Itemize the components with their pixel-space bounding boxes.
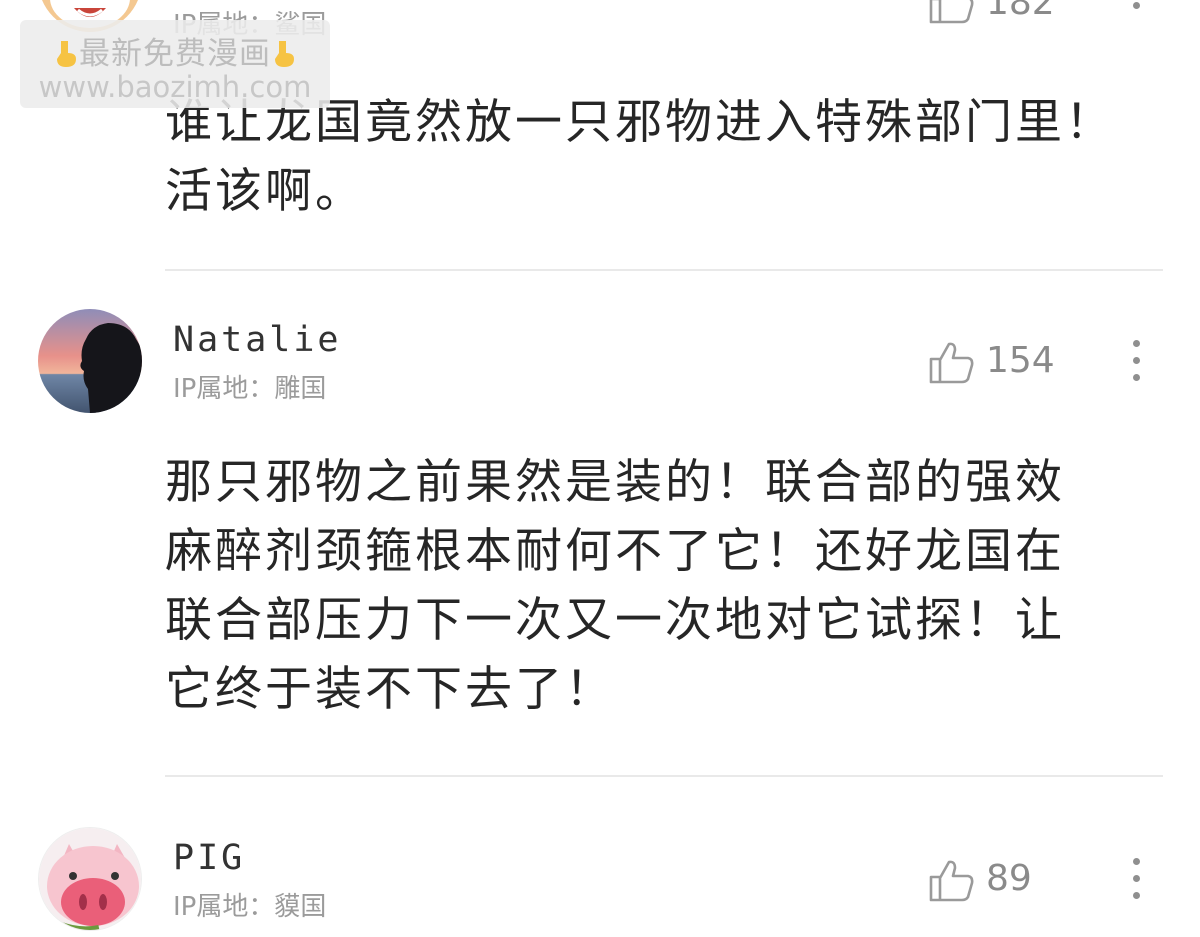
watermark-title: 最新免费漫画 [20,28,330,73]
like-count: 154 [986,340,1055,381]
pointing-down-icon [53,39,79,69]
username[interactable]: PIG [173,838,245,878]
more-vertical-icon[interactable] [1132,340,1142,384]
thumbs-up-icon[interactable] [928,340,974,384]
thumbs-up-icon[interactable] [928,0,974,24]
comment-text: 谁让龙国竟然放一只邪物进入特殊部门里！ 活该啊。 [165,95,1115,219]
divider [165,775,1163,777]
thumbs-up-icon[interactable] [928,858,974,902]
avatar[interactable] [38,309,142,413]
more-vertical-icon[interactable] [1132,0,1142,18]
avatar[interactable] [38,827,142,931]
more-vertical-icon[interactable] [1132,858,1142,902]
pointing-down-icon [271,39,297,69]
watermark-url: www.baozimh.com [38,70,312,104]
like-count: 89 [986,858,1032,899]
comment-text: 那只邪物之前果然是装的！联合部的强效 麻醉剂颈箍根本耐何不了它！还好龙国在 联合… [165,455,1065,717]
ip-location: IP属地：貘国 [173,892,327,922]
username[interactable]: Natalie [173,320,342,360]
divider [165,269,1163,271]
watermark: 最新免费漫画 www.baozimh.com [20,20,330,108]
ip-location: IP属地：雕国 [173,374,327,404]
like-count: 182 [986,0,1055,23]
